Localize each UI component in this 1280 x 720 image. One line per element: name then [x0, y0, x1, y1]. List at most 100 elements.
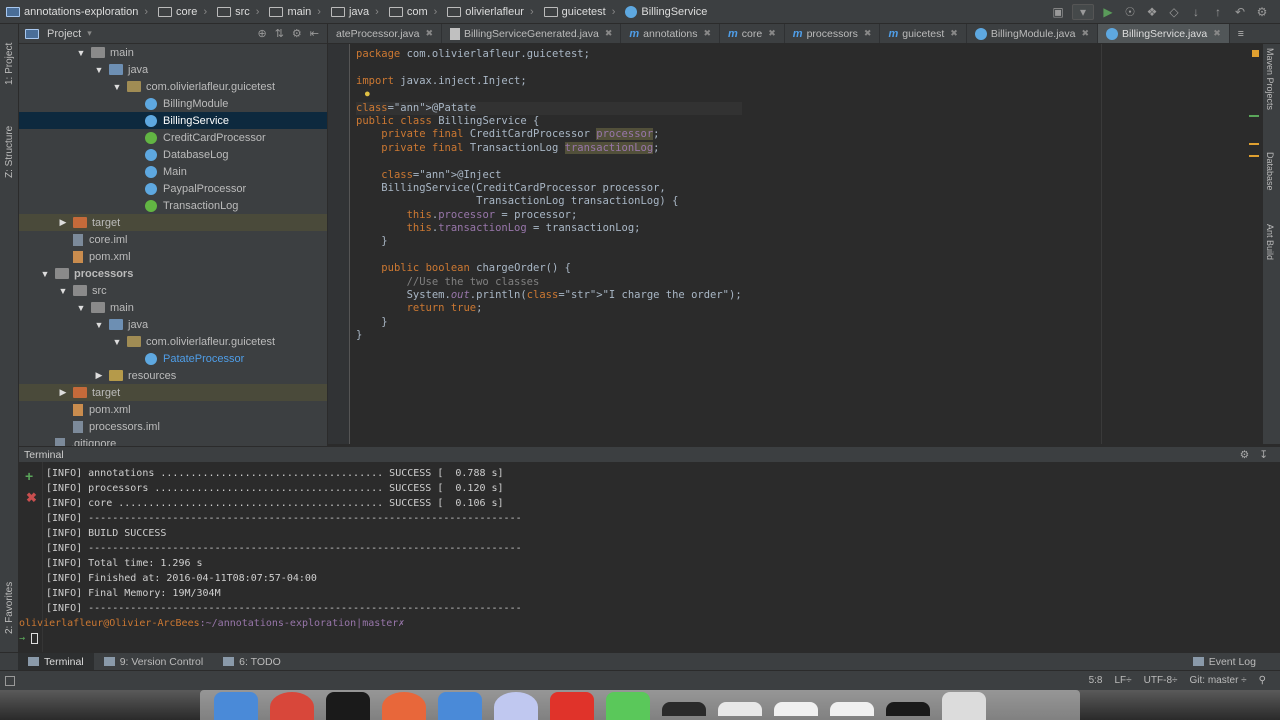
gear-icon[interactable]: ⚙ — [1240, 449, 1249, 461]
tab-overflow-icon[interactable]: ≡ — [1230, 24, 1252, 43]
stripe-mark[interactable] — [1249, 155, 1259, 157]
terminal-output[interactable]: [INFO] annotations .....................… — [19, 466, 522, 646]
collapse-icon[interactable]: ⇅ — [275, 27, 284, 40]
close-icon[interactable]: ✖ — [1081, 28, 1089, 39]
tree-item[interactable]: .gitignore — [19, 435, 327, 446]
editor-tab[interactable]: m annotations ✖ — [621, 24, 721, 43]
code-line[interactable] — [356, 61, 742, 74]
bottom-tab[interactable]: 6: TODO — [213, 653, 291, 671]
tree-item[interactable]: pom.xml — [19, 401, 327, 418]
code-line[interactable]: //Use the two classes — [356, 276, 742, 289]
tree-item[interactable]: pom.xml — [19, 248, 327, 265]
expand-arrow-icon[interactable]: ▼ — [75, 303, 87, 313]
minimized-window[interactable] — [718, 702, 762, 716]
tree-item[interactable]: core.iml — [19, 231, 327, 248]
breadcrumb-item[interactable]: com › — [383, 0, 441, 24]
tree-item[interactable]: ▼ com.olivierlafleur.guicetest — [19, 78, 327, 95]
breadcrumb-item[interactable]: src › — [211, 0, 263, 24]
expand-arrow-icon[interactable]: ▼ — [57, 286, 69, 296]
line-separator[interactable]: LF÷ — [1115, 675, 1132, 686]
breadcrumb-item[interactable]: olivierlafleur › — [441, 0, 537, 24]
code-line[interactable]: public class BillingService { — [356, 115, 742, 128]
tree-item[interactable]: BillingService — [19, 112, 327, 129]
terminal-panel[interactable]: + ✖ [INFO] annotations .................… — [19, 462, 1280, 652]
code-line[interactable]: private final CreditCardProcessor proces… — [356, 128, 742, 141]
intellij-icon[interactable] — [550, 692, 594, 720]
chrome-icon[interactable] — [270, 692, 314, 720]
code-line[interactable]: import javax.inject.Inject; — [356, 75, 742, 88]
code-line[interactable]: return true; — [356, 302, 742, 315]
breadcrumb-item[interactable]: BillingService — [619, 0, 711, 24]
code-line[interactable]: } — [356, 235, 742, 248]
close-icon[interactable]: ✖ — [864, 28, 872, 39]
tree-item[interactable]: PaypalProcessor — [19, 180, 327, 197]
vcs-update-icon[interactable]: ↓ — [1188, 4, 1204, 20]
hide-icon[interactable]: ⇤ — [310, 27, 319, 40]
editor-tab[interactable]: m core ✖ — [720, 24, 785, 43]
hide-icon[interactable]: ↧ — [1259, 449, 1268, 461]
editor-tab[interactable]: m processors ✖ — [785, 24, 881, 43]
stripe-mark[interactable] — [1249, 115, 1259, 117]
settings-icon[interactable]: ⚙ — [1254, 4, 1270, 20]
stripe-mark[interactable] — [1249, 143, 1259, 145]
expand-arrow-icon[interactable]: ▼ — [93, 320, 105, 330]
code-line[interactable] — [356, 155, 742, 168]
caret-position[interactable]: 5:8 — [1089, 675, 1103, 686]
code-line[interactable]: package com.olivierlafleur.guicetest; — [356, 48, 742, 61]
editor-tab[interactable]: BillingModule.java ✖ — [967, 24, 1099, 43]
close-icon[interactable]: ✖ — [605, 28, 613, 39]
tree-item[interactable]: ▶ target — [19, 214, 327, 231]
expand-arrow-icon[interactable]: ▼ — [39, 269, 51, 279]
code-editor[interactable]: package com.olivierlafleur.guicetest; im… — [328, 44, 1262, 444]
tree-item[interactable]: ▼ processors — [19, 265, 327, 282]
tree-item[interactable]: TransactionLog — [19, 197, 327, 214]
close-icon[interactable]: ✖ — [425, 28, 433, 39]
debug-icon[interactable]: ☉ — [1122, 4, 1138, 20]
code-line[interactable]: public boolean chargeOrder() { — [356, 262, 742, 275]
code-line[interactable]: this.transactionLog = transactionLog; — [356, 222, 742, 235]
bottom-tab[interactable]: Terminal — [18, 652, 94, 671]
tree-item[interactable]: ▼ main — [19, 44, 327, 61]
vcs-commit-icon[interactable]: ↑ — [1210, 4, 1226, 20]
expand-arrow-icon[interactable]: ▼ — [111, 82, 123, 92]
bottom-tab[interactable]: 9: Version Control — [94, 653, 213, 671]
close-icon[interactable]: ✖ — [950, 28, 958, 39]
run-config-dropdown[interactable]: ▾ — [1072, 4, 1094, 20]
tab-maven-projects[interactable]: Maven Projects — [1265, 48, 1275, 110]
collapse-arrow-icon[interactable]: ▶ — [57, 387, 69, 398]
gear-icon[interactable]: ⚙ — [292, 27, 302, 40]
breadcrumb-item[interactable]: guicetest › — [538, 0, 620, 24]
breadcrumb-item[interactable]: annotations-exploration › — [0, 0, 152, 24]
editor-tab[interactable]: ateProcessor.java ✖ — [328, 24, 443, 43]
photos-icon[interactable] — [382, 692, 426, 720]
minimized-window[interactable] — [774, 702, 818, 716]
evernote-icon[interactable] — [606, 692, 650, 720]
run-icon[interactable]: ▶ — [1100, 4, 1116, 20]
code-area[interactable]: package com.olivierlafleur.guicetest; im… — [356, 48, 742, 343]
undo-icon[interactable]: ↶ — [1232, 4, 1248, 20]
tree-item[interactable]: BillingModule — [19, 95, 327, 112]
code-line[interactable]: } — [356, 316, 742, 329]
tab-favorites[interactable]: 2: Favorites — [0, 570, 19, 646]
tree-item[interactable]: processors.iml — [19, 418, 327, 435]
lock-icon[interactable]: ⚲ — [1259, 675, 1266, 686]
code-line[interactable]: private final TransactionLog transaction… — [356, 141, 742, 155]
breadcrumb-item[interactable]: java › — [325, 0, 383, 24]
code-line[interactable]: System.out.println(class="str">"I charge… — [356, 289, 742, 302]
close-session-icon[interactable]: ✖ — [26, 490, 37, 506]
tab-database[interactable]: Database — [1265, 152, 1275, 191]
tree-item[interactable]: ▶ resources — [19, 367, 327, 384]
code-line[interactable]: TransactionLog transactionLog) { — [356, 195, 742, 208]
collapse-arrow-icon[interactable]: ▶ — [93, 370, 105, 381]
code-line[interactable]: class="ann">@Patate — [356, 101, 742, 115]
code-line[interactable]: this.processor = processor; — [356, 209, 742, 222]
code-line[interactable]: } — [356, 329, 742, 342]
tree-item[interactable]: ▶ target — [19, 384, 327, 401]
code-line[interactable]: class="ann">@Inject — [356, 169, 742, 182]
tree-item[interactable]: ▼ java — [19, 61, 327, 78]
file-encoding[interactable]: UTF-8÷ — [1144, 675, 1178, 686]
breadcrumb-item[interactable]: core › — [152, 0, 211, 24]
expand-arrow-icon[interactable]: ▼ — [111, 337, 123, 347]
code-line[interactable] — [356, 249, 742, 262]
breadcrumb-item[interactable]: main › — [263, 0, 325, 24]
